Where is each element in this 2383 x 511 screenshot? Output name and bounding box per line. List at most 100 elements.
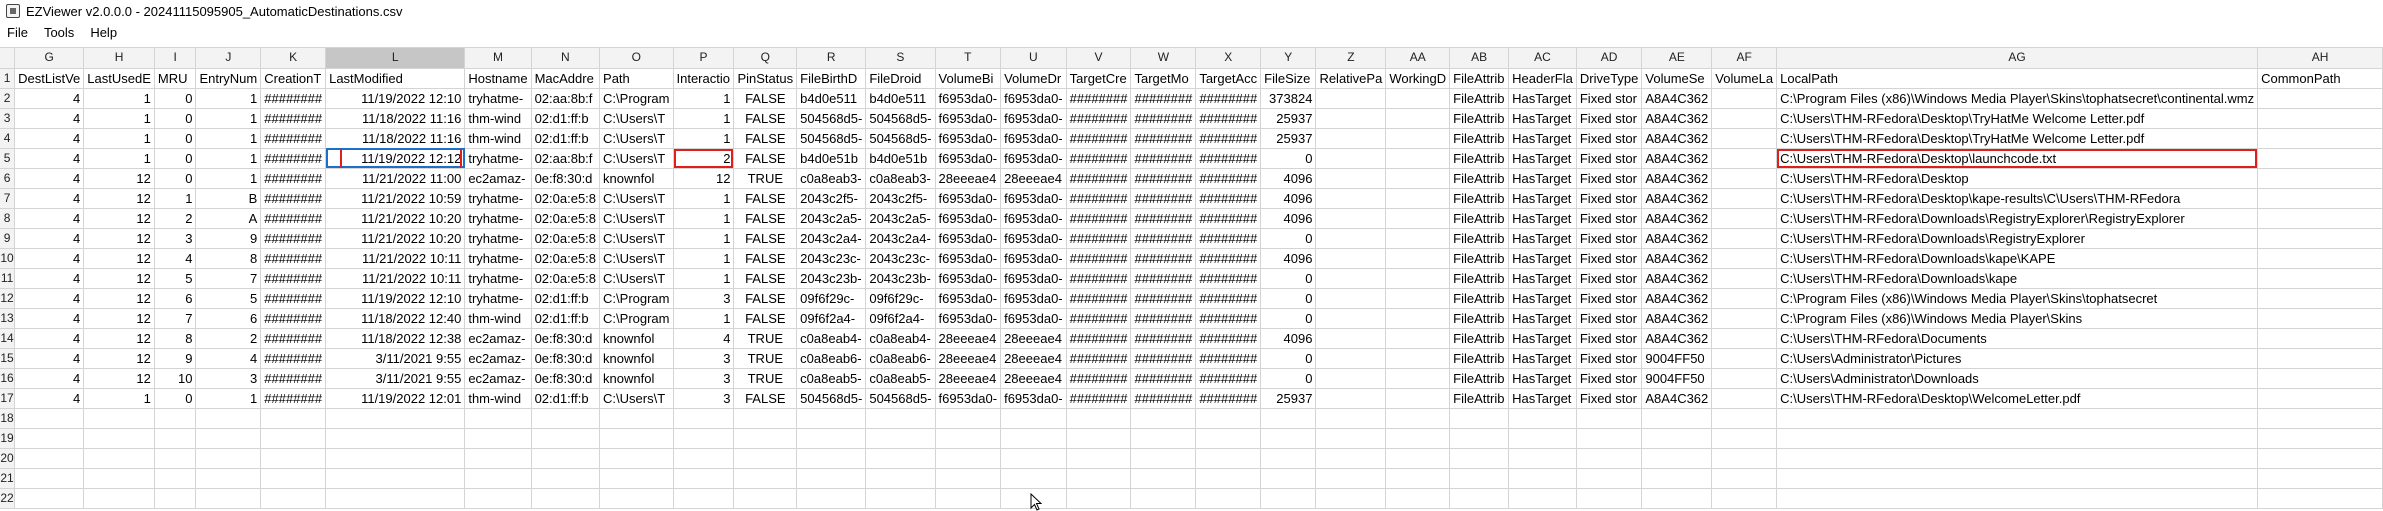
cell-ad[interactable]: Fixed stor xyxy=(1576,248,1643,269)
cell-ah[interactable] xyxy=(2257,228,2383,249)
column-header-ae[interactable]: AE xyxy=(1641,48,1713,69)
cell-ah[interactable] xyxy=(2257,328,2383,349)
cell-l[interactable]: 11/21/2022 11:00 xyxy=(325,168,466,189)
cell-w[interactable]: ######## xyxy=(1130,128,1197,149)
cell-h[interactable]: 12 xyxy=(83,328,155,349)
menu-tools[interactable]: Tools xyxy=(36,25,82,40)
spreadsheet-grid[interactable]: G H I J K L M N O P Q R S T U V W X Y Z AA AB AC AD AE AF AG AH 1 De… xyxy=(0,47,2383,511)
empty-cell[interactable] xyxy=(325,468,466,489)
cell-i[interactable]: 6 xyxy=(154,288,197,309)
grid-corner[interactable] xyxy=(0,48,16,69)
cell-q[interactable]: FALSE xyxy=(733,228,798,249)
empty-cell[interactable] xyxy=(1195,468,1262,489)
row-header[interactable]: 10 xyxy=(0,248,16,269)
cell-l[interactable]: 11/21/2022 10:20 xyxy=(325,228,466,249)
empty-cell[interactable] xyxy=(260,408,327,429)
cell-ah[interactable] xyxy=(2257,288,2383,309)
row-header[interactable]: 13 xyxy=(0,308,16,329)
cell-ac[interactable]: HasTarget xyxy=(1508,348,1577,369)
cell-p[interactable]: 1 xyxy=(673,308,735,329)
cell-r[interactable]: 504568d5- xyxy=(796,128,867,149)
row-header[interactable]: 7 xyxy=(0,188,16,209)
cell-l[interactable]: 3/11/2021 9:55 xyxy=(325,368,466,389)
empty-cell[interactable] xyxy=(1195,408,1262,429)
empty-cell[interactable] xyxy=(1315,428,1387,449)
cell-ab[interactable]: FileAttrib xyxy=(1449,388,1510,409)
empty-cell[interactable] xyxy=(599,428,674,449)
cell-u[interactable]: f6953da0- xyxy=(1000,388,1067,409)
cell-r[interactable]: 504568d5- xyxy=(796,388,867,409)
cell-o[interactable]: knownfol xyxy=(599,168,674,189)
column-header-n[interactable]: N xyxy=(531,48,601,69)
cell-ag[interactable]: C:\Users\THM-RFedora\Downloads\RegistryE… xyxy=(1776,208,2259,229)
cell-z[interactable] xyxy=(1315,368,1387,389)
cell-m[interactable]: tryhatme- xyxy=(464,148,532,169)
cell-n[interactable]: 02:d1:ff:b xyxy=(531,308,601,329)
empty-cell[interactable] xyxy=(464,428,532,449)
cell-ae[interactable]: A8A4C362 xyxy=(1641,268,1713,289)
column-header-ag[interactable]: AG xyxy=(1776,48,2259,69)
cell-r[interactable]: c0a8eab4- xyxy=(796,328,867,349)
cell-r[interactable]: 09f6f29c- xyxy=(796,288,867,309)
column-header-ab[interactable]: AB xyxy=(1449,48,1510,69)
cell-q[interactable]: FALSE xyxy=(733,188,798,209)
cell-k[interactable]: ######## xyxy=(260,368,327,389)
cell-x[interactable]: ######## xyxy=(1195,308,1262,329)
cell-m[interactable]: thm-wind xyxy=(464,128,532,149)
cell-q[interactable]: FALSE xyxy=(733,388,798,409)
empty-cell[interactable] xyxy=(14,468,85,489)
cell-z[interactable] xyxy=(1315,248,1387,269)
cell-o[interactable]: C:\Users\T xyxy=(599,128,674,149)
row-header[interactable]: 4 xyxy=(0,128,16,149)
cell-u[interactable]: 28eeeae4 xyxy=(1000,328,1067,349)
cell-t[interactable]: 28eeeae4 xyxy=(935,168,1002,189)
cell-n[interactable]: 02:0a:e5:8 xyxy=(531,208,601,229)
column-header-m[interactable]: M xyxy=(464,48,532,69)
cell-ab[interactable]: FileAttrib xyxy=(1449,268,1510,289)
column-header-k[interactable]: K xyxy=(260,48,327,69)
empty-cell[interactable] xyxy=(531,408,601,429)
cell-x[interactable]: ######## xyxy=(1195,368,1262,389)
cell-k[interactable]: ######## xyxy=(260,288,327,309)
empty-cell[interactable] xyxy=(1260,488,1317,509)
empty-cell[interactable] xyxy=(83,468,155,489)
empty-cell[interactable] xyxy=(325,428,466,449)
cell-n[interactable]: 02:d1:ff:b xyxy=(531,388,601,409)
cell-v[interactable]: ######## xyxy=(1066,188,1132,209)
empty-cell[interactable] xyxy=(195,448,262,469)
cell-w[interactable]: ######## xyxy=(1130,108,1197,129)
cell-aa[interactable] xyxy=(1385,348,1451,369)
cell-aa[interactable] xyxy=(1385,228,1451,249)
column-header-h[interactable]: H xyxy=(83,48,155,69)
empty-cell[interactable] xyxy=(154,448,197,469)
column-header-l[interactable]: L xyxy=(325,48,466,69)
cell-i[interactable]: 9 xyxy=(154,348,197,369)
cell-o[interactable]: C:\Program xyxy=(599,308,674,329)
cell-i[interactable]: 4 xyxy=(154,248,197,269)
cell-k[interactable]: ######## xyxy=(260,128,327,149)
cell-x[interactable]: ######## xyxy=(1195,148,1262,169)
cell-o[interactable]: knownfol xyxy=(599,348,674,369)
cell-u[interactable]: f6953da0- xyxy=(1000,108,1067,129)
cell-h[interactable]: 12 xyxy=(83,208,155,229)
cell-af[interactable] xyxy=(1711,268,1778,289)
cell-p[interactable]: 1 xyxy=(673,228,735,249)
cell-z[interactable] xyxy=(1315,388,1387,409)
cell-l[interactable]: 11/18/2022 11:16 xyxy=(325,128,466,149)
empty-cell[interactable] xyxy=(2257,408,2383,429)
cell-af[interactable] xyxy=(1711,248,1778,269)
cell-x[interactable]: ######## xyxy=(1195,388,1262,409)
cell-v[interactable]: ######## xyxy=(1066,128,1132,149)
cell-j[interactable]: A xyxy=(195,208,262,229)
cell-ae[interactable]: A8A4C362 xyxy=(1641,108,1713,129)
cell-j[interactable]: 7 xyxy=(195,268,262,289)
cell-ae[interactable]: A8A4C362 xyxy=(1641,388,1713,409)
empty-cell[interactable] xyxy=(1776,428,2259,449)
cell-t[interactable]: 28eeeae4 xyxy=(935,348,1002,369)
cell-q[interactable]: TRUE xyxy=(733,168,798,189)
empty-cell[interactable] xyxy=(1641,408,1713,429)
cell-y[interactable]: 4096 xyxy=(1260,248,1317,269)
empty-cell[interactable] xyxy=(1711,428,1778,449)
column-header-z[interactable]: Z xyxy=(1315,48,1387,69)
empty-cell[interactable] xyxy=(673,408,735,429)
